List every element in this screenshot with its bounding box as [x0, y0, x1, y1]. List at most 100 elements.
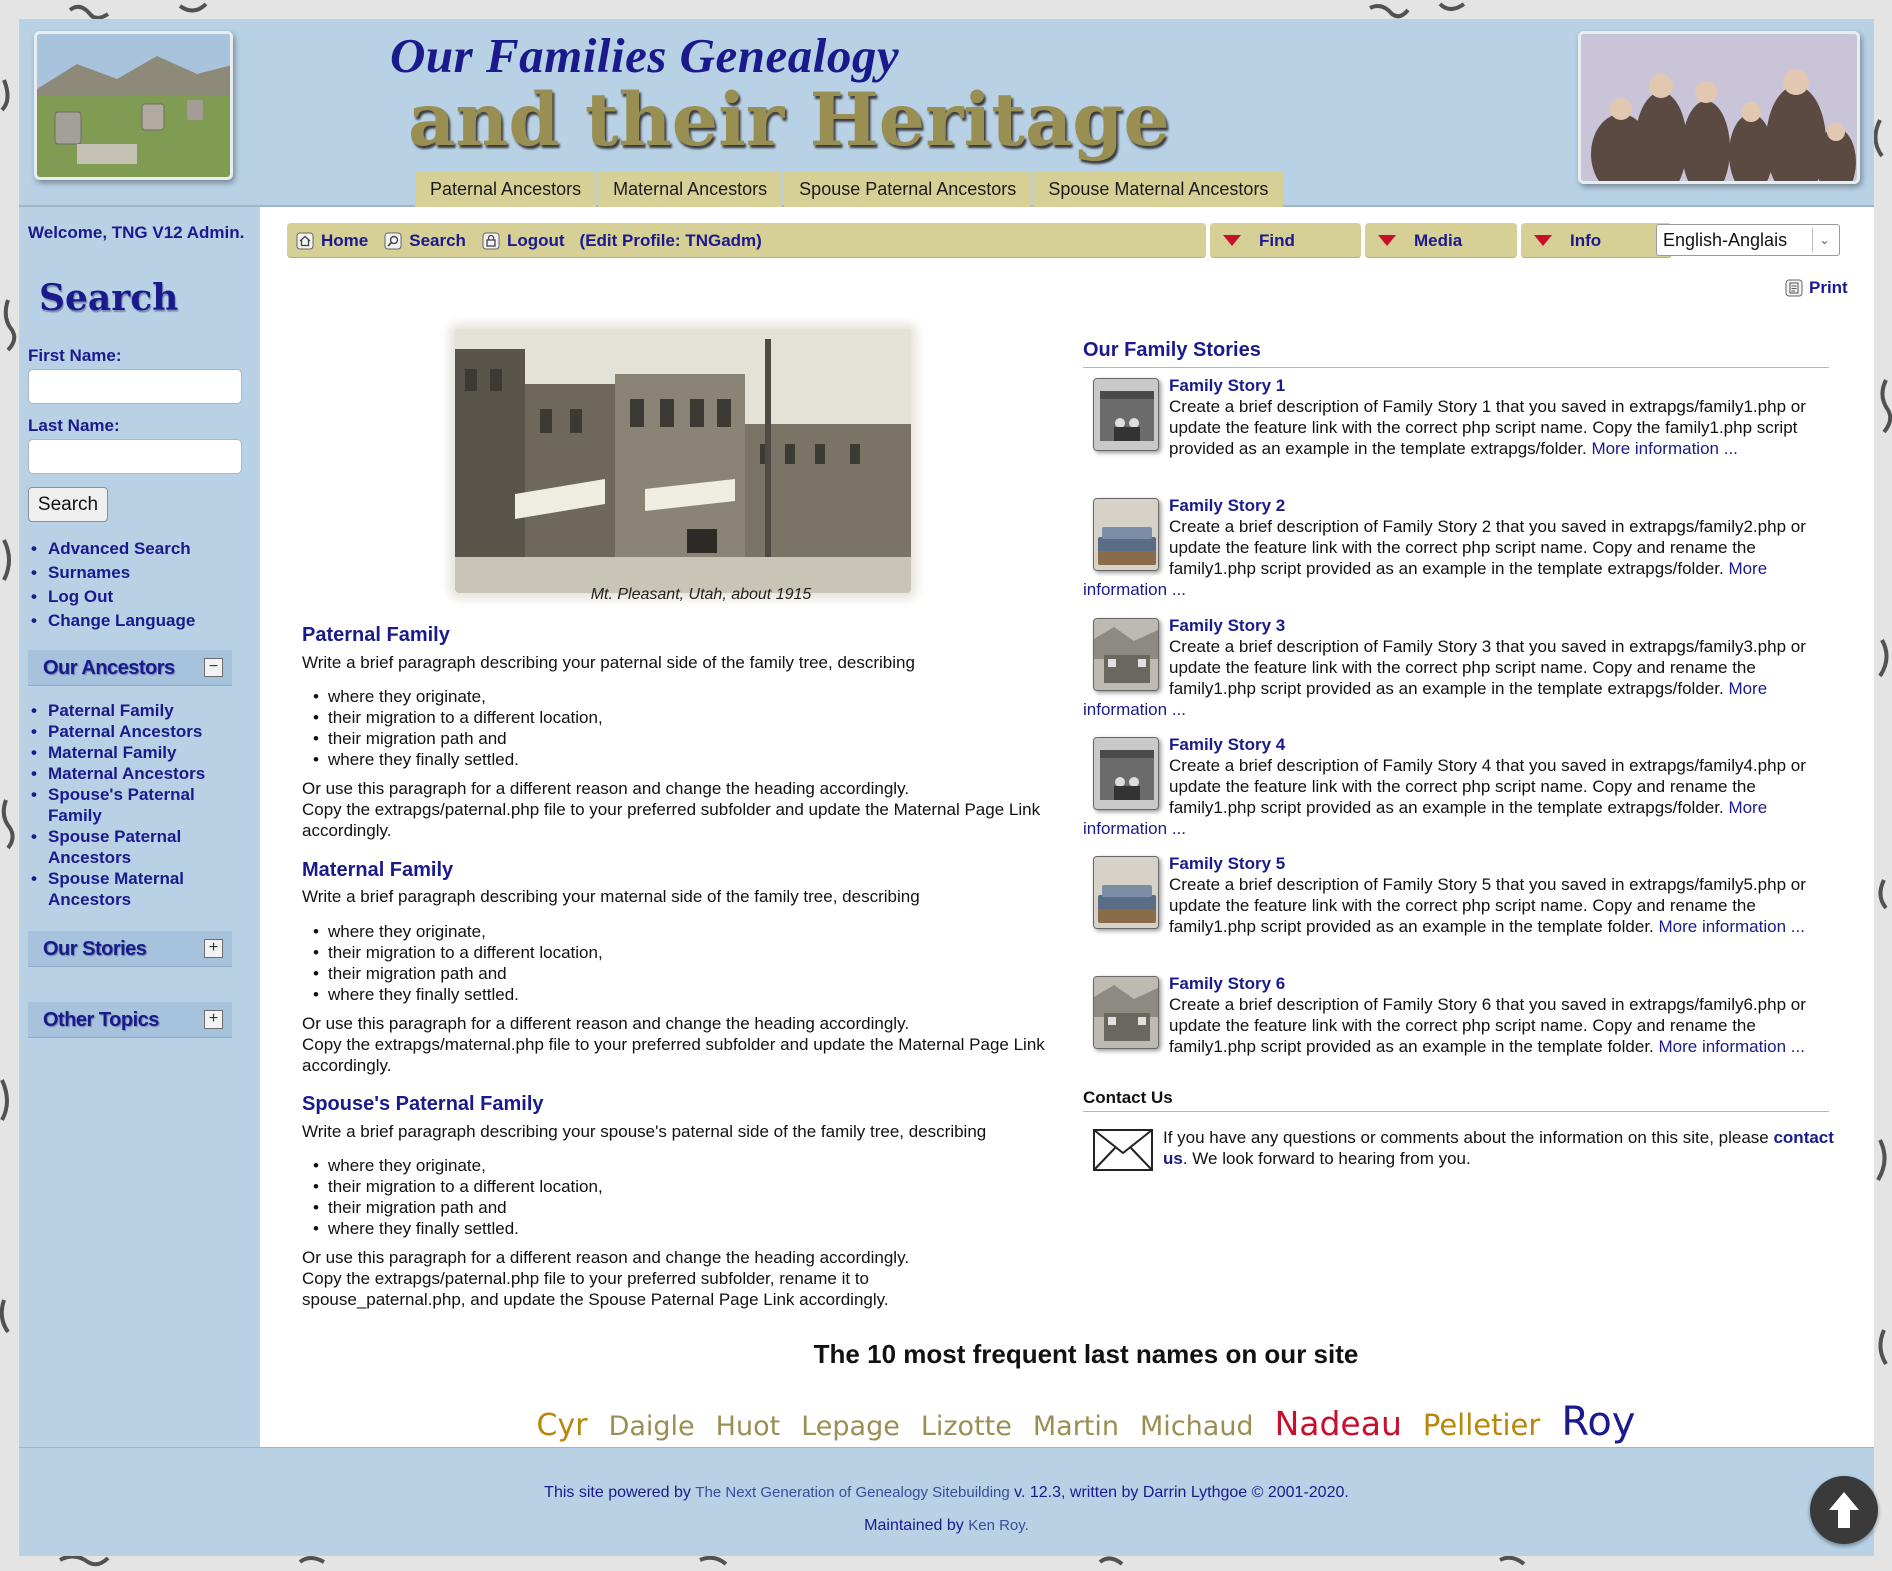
story-title[interactable]: Family Story 1 [1083, 375, 1843, 396]
back-to-top-button[interactable] [1810, 1476, 1878, 1544]
our-ancestors-title: Our Ancestors [43, 657, 175, 679]
maternal-family-note: Or use this paragraph for a different re… [302, 1014, 910, 1033]
maternal-family-heading[interactable]: Maternal Family [302, 859, 453, 882]
surname-link[interactable]: Lepage [801, 1411, 900, 1442]
story-thumbnail[interactable] [1093, 498, 1159, 571]
paternal-family-heading[interactable]: Paternal Family [302, 624, 450, 647]
logout-link[interactable]: Logout [481, 231, 565, 251]
more-ellipsis: ... [1723, 439, 1738, 458]
more-information-link[interactable]: More information [1591, 439, 1719, 458]
paternal-family-intro: Write a brief paragraph describing your … [302, 653, 915, 672]
info-menu[interactable]: Info [1521, 223, 1672, 258]
expand-icon[interactable]: + [204, 1010, 223, 1029]
list-item: their migration path and [311, 728, 603, 749]
list-item: where they originate, [311, 1155, 603, 1176]
first-name-input[interactable] [28, 369, 242, 404]
print-link[interactable]: Print [1785, 278, 1848, 298]
tab-paternal-ancestors[interactable]: Paternal Ancestors [415, 172, 597, 207]
header-family-portrait [1578, 31, 1860, 184]
story-description: Create a brief description of Family Sto… [1169, 637, 1806, 698]
edit-profile-link[interactable]: (Edit Profile: TNGadm) [580, 231, 762, 251]
sidebar-item-spouse-maternal-ancestors[interactable]: Spouse Maternal Ancestors [31, 868, 246, 910]
our-stories-box[interactable]: Our Stories + [28, 931, 232, 967]
sidebar-search-button[interactable]: Search [28, 487, 108, 522]
surnames-link[interactable]: Surnames [31, 561, 195, 585]
welcome-message: Welcome, TNG V12 Admin. [28, 223, 245, 242]
more-ellipsis: ... [1171, 580, 1187, 599]
tng-link[interactable]: The Next Generation of Genealogy Sitebui… [695, 1484, 1009, 1501]
story-thumbnail[interactable] [1093, 737, 1159, 810]
last-name-input[interactable] [28, 439, 242, 474]
tab-maternal-ancestors[interactable]: Maternal Ancestors [598, 172, 783, 207]
sidebar-item-spouse-paternal-family[interactable]: Spouse's Paternal Family [31, 784, 246, 826]
surname-link[interactable]: Lizotte [921, 1411, 1012, 1442]
surname-link[interactable]: Michaud [1140, 1411, 1254, 1442]
search-label: Search [409, 230, 466, 250]
other-topics-box[interactable]: Other Topics + [28, 1002, 232, 1038]
story-item-6: Family Story 6 Create a brief descriptio… [1083, 973, 1843, 1057]
spouse-paternal-family-intro: Write a brief paragraph describing your … [302, 1122, 987, 1141]
our-ancestors-box[interactable]: Our Ancestors − [28, 650, 232, 686]
contact-text-end: . We look forward to hearing from you. [1182, 1149, 1471, 1168]
powered-by-prefix: This site powered by [544, 1484, 696, 1501]
advanced-search-link[interactable]: Advanced Search [31, 537, 195, 561]
family-stories-heading: Our Family Stories [1083, 339, 1261, 361]
sidebar-item-maternal-ancestors[interactable]: Maternal Ancestors [31, 763, 246, 784]
home-link[interactable]: Home [295, 231, 368, 251]
more-information-link[interactable]: More information [1659, 1037, 1787, 1056]
sidebar-item-paternal-family[interactable]: Paternal Family [31, 700, 246, 721]
find-label: Find [1259, 230, 1295, 250]
search-icon [383, 231, 403, 251]
sidebar-item-maternal-family[interactable]: Maternal Family [31, 742, 246, 763]
sidebar-links: Advanced Search Surnames Log Out Change … [31, 537, 195, 633]
story-title[interactable]: Family Story 2 [1083, 495, 1843, 516]
story-thumbnail[interactable] [1093, 856, 1159, 929]
surname-link[interactable]: Cyr [537, 1408, 588, 1443]
list-item: their migration path and [311, 1197, 603, 1218]
story-thumbnail[interactable] [1093, 976, 1159, 1049]
more-ellipsis: ... [1790, 1037, 1805, 1056]
story-title[interactable]: Family Story 4 [1083, 734, 1843, 755]
change-language-link[interactable]: Change Language [31, 609, 195, 633]
logout-link[interactable]: Log Out [31, 585, 195, 609]
spouse-paternal-family-heading[interactable]: Spouse's Paternal Family [302, 1093, 544, 1116]
sidebar-item-spouse-paternal-ancestors[interactable]: Spouse Paternal Ancestors [31, 826, 246, 868]
paternal-family-list: where they originate, their migration to… [311, 686, 603, 770]
dropdown-arrow-icon [1534, 235, 1552, 246]
contact-box: If you have any questions or comments ab… [1083, 1127, 1843, 1171]
surname-link[interactable]: Martin [1033, 1411, 1119, 1442]
home-label: Home [321, 230, 369, 250]
media-menu[interactable]: Media [1365, 223, 1517, 258]
more-information-link[interactable]: More information [1659, 917, 1787, 936]
list-item: their migration path and [311, 963, 603, 984]
story-title[interactable]: Family Story 3 [1083, 615, 1843, 636]
surname-link[interactable]: Huot [716, 1411, 781, 1442]
sidebar-item-paternal-ancestors[interactable]: Paternal Ancestors [31, 721, 246, 742]
spouse-paternal-family-note: Or use this paragraph for a different re… [302, 1248, 910, 1267]
surname-link[interactable]: Daigle [609, 1411, 695, 1442]
surname-link[interactable]: Nadeau [1275, 1404, 1402, 1443]
story-title[interactable]: Family Story 5 [1083, 853, 1843, 874]
story-title[interactable]: Family Story 6 [1083, 973, 1843, 994]
list-item: where they finally settled. [311, 984, 603, 1005]
tab-spouse-paternal-ancestors[interactable]: Spouse Paternal Ancestors [784, 172, 1032, 207]
find-menu[interactable]: Find [1210, 223, 1361, 258]
story-item-2: Family Story 2 Create a brief descriptio… [1083, 495, 1843, 600]
surname-link[interactable]: Pelletier [1423, 1408, 1540, 1442]
maternal-family-copy-note: Copy the extrapgs/maternal.php file to y… [302, 1035, 1045, 1075]
expand-icon[interactable]: + [204, 939, 223, 958]
envelope-icon[interactable] [1093, 1129, 1153, 1171]
story-description: Create a brief description of Family Sto… [1169, 517, 1806, 578]
logout-label: Logout [506, 230, 565, 250]
first-name-label: First Name: [28, 346, 122, 365]
more-ellipsis: ... [1790, 917, 1805, 936]
tab-spouse-maternal-ancestors[interactable]: Spouse Maternal Ancestors [1033, 172, 1284, 207]
story-thumbnail[interactable] [1093, 378, 1159, 451]
collapse-icon[interactable]: − [204, 658, 223, 677]
language-select[interactable]: English-Anglais ⌄ [1656, 224, 1840, 256]
surname-link[interactable]: Roy [1561, 1399, 1635, 1445]
maintainer-link[interactable]: Ken Roy. [968, 1517, 1029, 1534]
dropdown-arrow-icon [1223, 235, 1241, 246]
story-thumbnail[interactable] [1093, 618, 1159, 691]
search-link[interactable]: Search [383, 231, 466, 251]
